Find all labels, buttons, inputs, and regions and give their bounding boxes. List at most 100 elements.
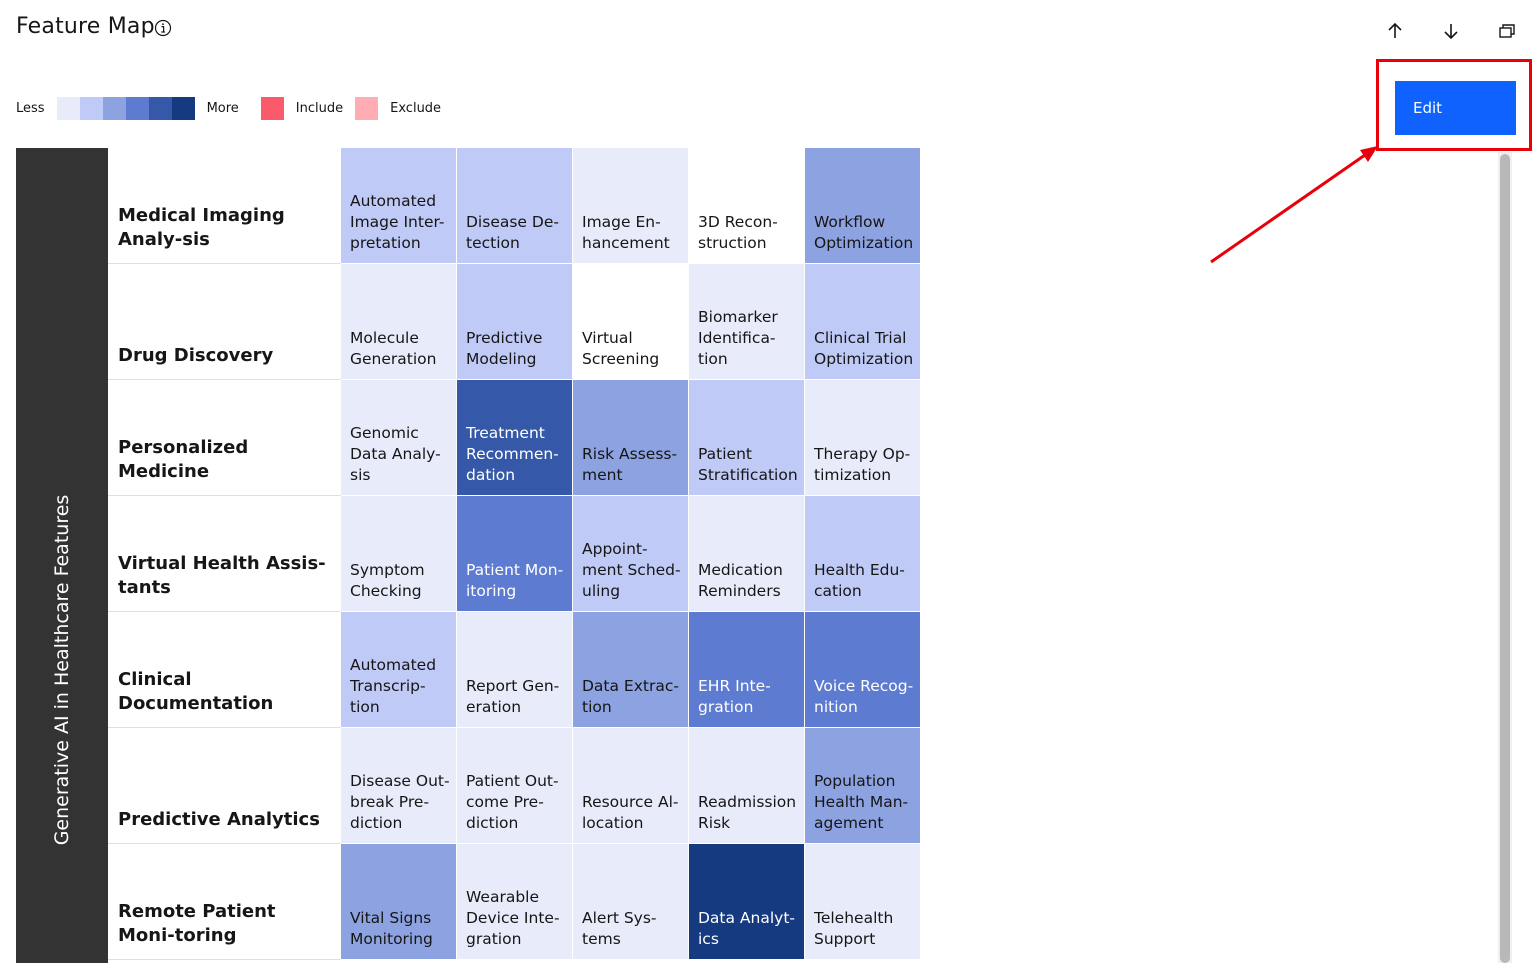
feature-cell[interactable]: Voice Recog-nition <box>805 612 921 728</box>
legend-more-label: More <box>206 100 239 116</box>
feature-cell[interactable]: Disease Out-break Pre-diction <box>341 728 457 844</box>
legend-include-swatch <box>260 96 284 120</box>
feature-cell-label: Population Health Man-agement <box>814 772 909 832</box>
feature-cell-label: Health Edu-cation <box>814 561 905 600</box>
feature-cell-label: Voice Recog-nition <box>814 677 914 716</box>
legend-swatch <box>79 96 103 120</box>
info-icon[interactable] <box>154 19 172 37</box>
feature-cell[interactable]: Data Analyt-ics <box>689 844 805 960</box>
feature-cell[interactable]: Molecule Generation <box>341 264 457 380</box>
feature-cell[interactable]: Appoint-ment Sched-uling <box>573 496 689 612</box>
arrow-up-icon <box>1385 21 1405 45</box>
legend-swatch <box>102 96 126 120</box>
feature-cell-label: Appoint-ment Sched-uling <box>582 540 681 600</box>
feature-cell[interactable]: Disease De-tection <box>457 148 573 264</box>
legend-swatch <box>148 96 172 120</box>
feature-cell-label: Automated Transcrip-tion <box>350 656 437 716</box>
feature-cell-label: Virtual Screening <box>582 329 660 368</box>
feature-cell[interactable]: Readmission Risk <box>689 728 805 844</box>
feature-cell[interactable]: Wearable Device Inte-gration <box>457 844 573 960</box>
feature-cell[interactable]: Vital Signs Monitoring <box>341 844 457 960</box>
legend-swatch <box>125 96 149 120</box>
feature-cell-label: Biomarker Identifica-tion <box>698 308 778 368</box>
feature-cell-label: Telehealth Support <box>814 909 894 948</box>
feature-cell[interactable]: Image En-hancement <box>573 148 689 264</box>
feature-cell-label: Molecule Generation <box>350 329 437 368</box>
row-label: Clinical Documentation <box>108 612 341 728</box>
feature-cell[interactable]: Report Gen-eration <box>457 612 573 728</box>
feature-cell[interactable]: Patient Out-come Pre-diction <box>457 728 573 844</box>
feature-cell-label: Risk Assess-ment <box>582 445 678 484</box>
category-label: Generative AI in Healthcare Features <box>51 494 73 846</box>
feature-cell-label: Predictive Modeling <box>466 329 543 368</box>
feature-cell[interactable]: Health Edu-cation <box>805 496 921 612</box>
feature-cell-label: Disease De-tection <box>466 213 559 252</box>
row-label: Medical Imaging Analy-sis <box>108 148 341 264</box>
legend-exclude-swatch <box>355 96 379 120</box>
legend-exclude-label: Exclude <box>390 100 442 116</box>
feature-cell[interactable]: Therapy Op-timization <box>805 380 921 496</box>
feature-cell-label: Genomic Data Analy-sis <box>350 424 441 484</box>
feature-cell-label: Workflow Optimization <box>814 213 914 252</box>
page-title: Feature Map <box>16 14 155 39</box>
row-label: Drug Discovery <box>108 264 341 380</box>
arrow-down-icon <box>1441 21 1461 45</box>
feature-cell[interactable]: Patient Mon-itoring <box>457 496 573 612</box>
feature-cell-label: Automated Image Inter-pretation <box>350 192 445 252</box>
feature-cell-label: Patient Stratification <box>698 445 798 484</box>
feature-cell[interactable]: Population Health Man-agement <box>805 728 921 844</box>
feature-cell-label: Symptom Checking <box>350 561 425 600</box>
row-label: Virtual Health Assis-tants <box>108 496 341 612</box>
feature-cell[interactable]: Alert Sys-tems <box>573 844 689 960</box>
legend-swatch <box>56 96 80 120</box>
feature-cell-label: Clinical Trial Optimization <box>814 329 914 368</box>
popout-button[interactable] <box>1496 22 1518 44</box>
feature-cell-label: Data Analyt-ics <box>698 909 796 948</box>
feature-cell[interactable]: Automated Image Inter-pretation <box>341 148 457 264</box>
feature-cell-label: Readmission Risk <box>698 793 797 832</box>
feature-cell[interactable]: Data Extrac-tion <box>573 612 689 728</box>
row-label: Predictive Analytics <box>108 728 341 844</box>
feature-cell[interactable]: Automated Transcrip-tion <box>341 612 457 728</box>
feature-cell[interactable]: Telehealth Support <box>805 844 921 960</box>
feature-cell[interactable]: Biomarker Identifica-tion <box>689 264 805 380</box>
feature-cell-label: Patient Out-come Pre-diction <box>466 772 559 832</box>
feature-cell-label: Treatment Recommen-dation <box>466 424 559 484</box>
feature-cell-label: Disease Out-break Pre-diction <box>350 772 450 832</box>
feature-cell-label: Report Gen-eration <box>466 677 560 716</box>
scrollbar-thumb[interactable] <box>1500 154 1510 963</box>
popout-icon <box>1497 21 1517 45</box>
feature-cell[interactable]: Predictive Modeling <box>457 264 573 380</box>
feature-cell[interactable]: Symptom Checking <box>341 496 457 612</box>
feature-cell-label: Wearable Device Inte-gration <box>466 888 560 948</box>
feature-cell[interactable]: Risk Assess-ment <box>573 380 689 496</box>
legend-include-label: Include <box>295 100 344 116</box>
legend: Less More Include Exclude <box>16 96 453 120</box>
move-up-button[interactable] <box>1384 22 1406 44</box>
annotation-arrow <box>1210 146 1378 264</box>
feature-cell[interactable]: Treatment Recommen-dation <box>457 380 573 496</box>
feature-cell[interactable]: Patient Stratification <box>689 380 805 496</box>
feature-cell[interactable]: Resource Al-location <box>573 728 689 844</box>
feature-cell-label: Patient Mon-itoring <box>466 561 564 600</box>
feature-cell-label: Image En-hancement <box>582 213 670 252</box>
move-down-button[interactable] <box>1440 22 1462 44</box>
feature-cell[interactable]: Workflow Optimization <box>805 148 921 264</box>
feature-cell[interactable]: Medication Reminders <box>689 496 805 612</box>
feature-cell-label: Vital Signs Monitoring <box>350 909 433 948</box>
feature-cell[interactable]: Genomic Data Analy-sis <box>341 380 457 496</box>
feature-cell[interactable]: EHR Inte-gration <box>689 612 805 728</box>
feature-cell-label: Alert Sys-tems <box>582 909 657 948</box>
row-label: Personalized Medicine <box>108 380 341 496</box>
feature-cell-label: 3D Recon-struction <box>698 213 778 252</box>
feature-cell-label: Medication Reminders <box>698 561 783 600</box>
feature-cell-label: EHR Inte-gration <box>698 677 771 716</box>
legend-less-label: Less <box>16 100 45 116</box>
feature-cell[interactable]: Virtual Screening <box>573 264 689 380</box>
legend-swatch <box>171 96 195 120</box>
feature-cell-label: Resource Al-location <box>582 793 679 832</box>
feature-cell[interactable]: 3D Recon-struction <box>689 148 805 264</box>
feature-cell[interactable]: Clinical Trial Optimization <box>805 264 921 380</box>
edit-button[interactable]: Edit <box>1395 81 1516 135</box>
feature-cell-label: Therapy Op-timization <box>814 445 911 484</box>
